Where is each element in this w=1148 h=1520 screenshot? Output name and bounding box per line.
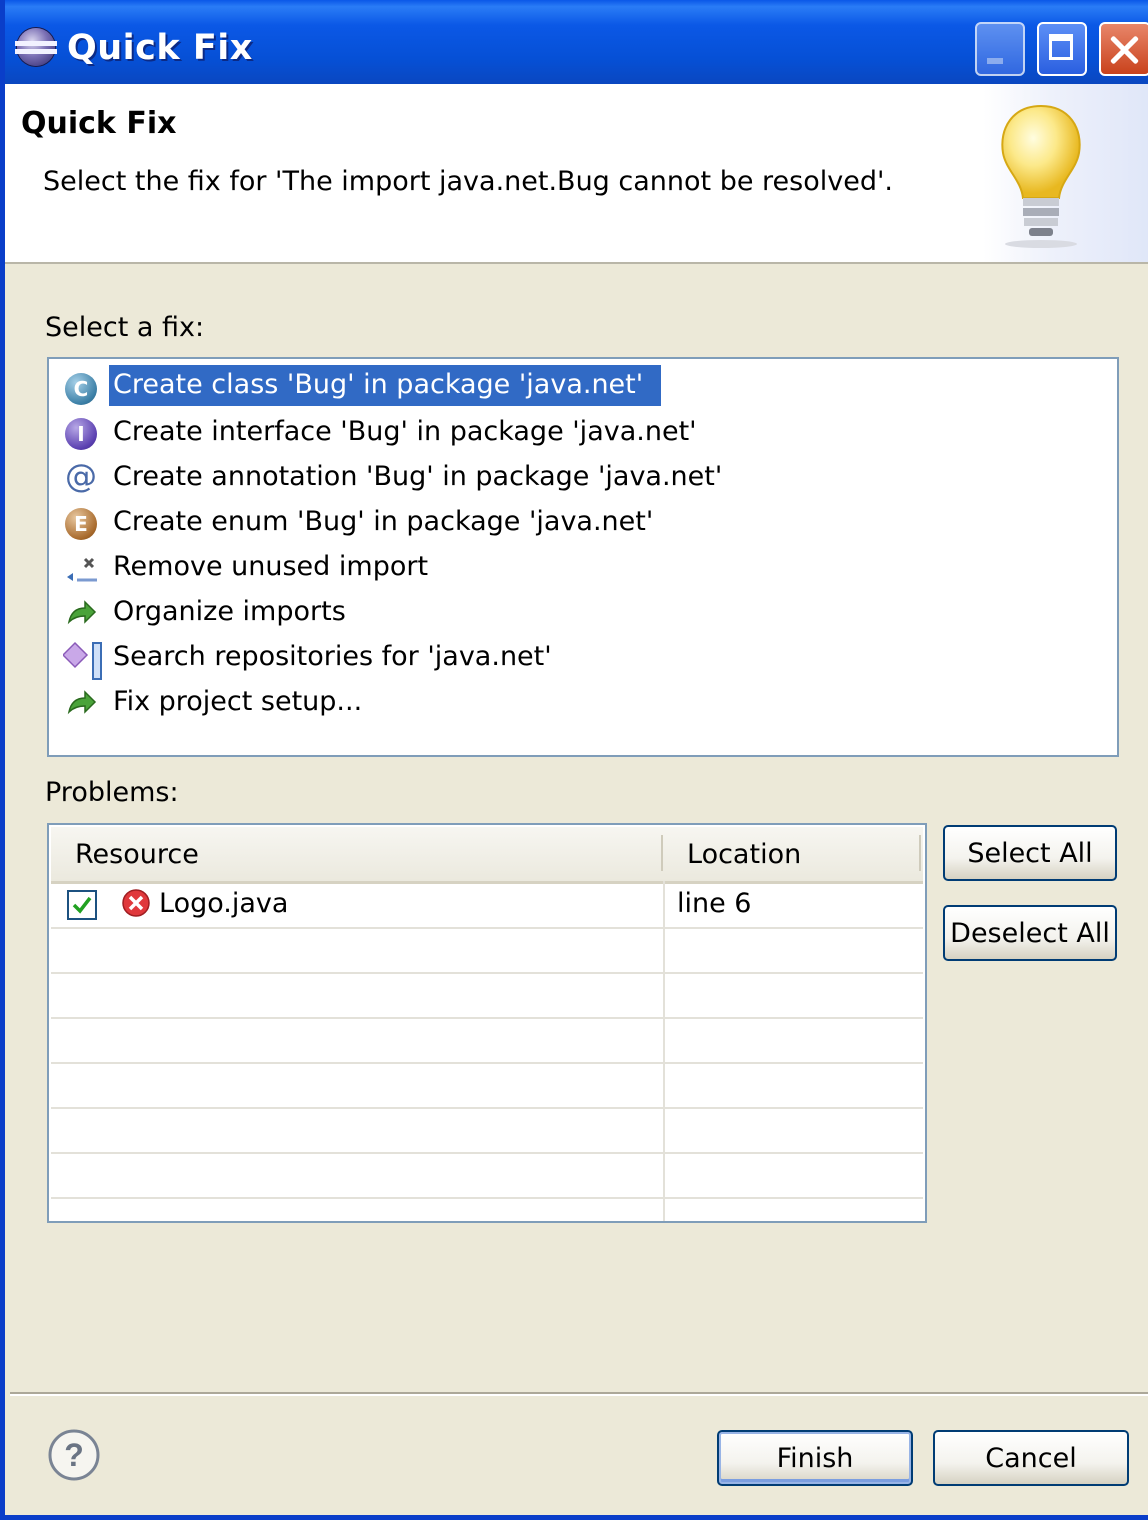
fix-item-organize-imports[interactable]: Organize imports [63, 592, 1063, 636]
table-row [51, 1154, 923, 1199]
fix-item-create-annotation[interactable]: @ Create annotation 'Bug' in package 'ja… [63, 457, 1063, 501]
fix-item-create-interface[interactable]: I Create interface 'Bug' in package 'jav… [63, 412, 1063, 456]
finish-button[interactable]: Finish [717, 1430, 913, 1486]
error-icon [122, 889, 150, 917]
fix-item-label: Remove unused import [113, 551, 429, 582]
table-row[interactable]: Logo.java line 6 [51, 884, 923, 929]
maximize-button[interactable] [1037, 22, 1087, 76]
row-checkbox[interactable] [67, 890, 97, 920]
column-divider[interactable] [661, 835, 663, 871]
location-cell: line 6 [677, 888, 752, 919]
title-bar[interactable]: Quick Fix [5, 0, 1148, 84]
select-all-button[interactable]: Select All [943, 825, 1117, 881]
project-setup-icon [63, 686, 99, 722]
window-title: Quick Fix [67, 28, 253, 68]
fix-item-create-enum[interactable]: E Create enum 'Bug' in package 'java.net… [63, 502, 1063, 546]
enum-icon: E [63, 506, 99, 542]
svg-text:?: ? [64, 1437, 84, 1473]
table-row [51, 1064, 923, 1109]
deselect-all-button[interactable]: Deselect All [943, 905, 1117, 961]
table-row [51, 1109, 923, 1154]
fix-item-fix-project-setup[interactable]: Fix project setup... [63, 682, 1063, 726]
fix-item-label: Create class 'Bug' in package 'java.net' [109, 365, 662, 406]
fix-item-create-class[interactable]: C Create class 'Bug' in package 'java.ne… [63, 365, 1063, 411]
remove-import-icon [63, 551, 99, 587]
resource-cell: Logo.java [159, 888, 289, 919]
fix-list[interactable]: C Create class 'Bug' in package 'java.ne… [47, 357, 1119, 757]
banner-title: Quick Fix [21, 106, 177, 141]
banner-message: Select the fix for 'The import java.net.… [43, 166, 893, 197]
help-icon[interactable]: ? [47, 1428, 101, 1482]
table-row [51, 929, 923, 974]
table-row [51, 974, 923, 1019]
column-divider [663, 881, 665, 1221]
annotation-icon: @ [65, 457, 97, 495]
class-icon: C [63, 371, 99, 407]
cancel-button[interactable]: Cancel [933, 1430, 1129, 1486]
column-header-resource[interactable]: Resource [75, 839, 199, 870]
fix-item-label: Fix project setup... [113, 686, 363, 717]
organize-icon [63, 596, 99, 632]
interface-icon: I [63, 416, 99, 452]
fix-item-label: Create interface 'Bug' in package 'java.… [113, 416, 697, 447]
table-header: Resource Location [51, 827, 923, 884]
select-fix-label: Select a fix: [45, 312, 205, 343]
banner-art [983, 84, 1148, 262]
fix-item-label: Search repositories for 'java.net' [113, 641, 552, 672]
quick-fix-window: Quick Fix Quick Fix Select the fix for '… [0, 0, 1148, 1520]
column-divider[interactable] [919, 835, 921, 871]
header-banner: Quick Fix Select the fix for 'The import… [5, 84, 1148, 264]
fix-item-search-repositories[interactable]: Search repositories for 'java.net' [61, 637, 1063, 681]
lightbulb-icon [1001, 104, 1081, 248]
fix-item-label: Organize imports [113, 596, 346, 627]
footer-divider [10, 1392, 1148, 1396]
problems-label: Problems: [45, 777, 179, 808]
fix-item-label: Create enum 'Bug' in package 'java.net' [113, 506, 654, 537]
checkmark-icon [72, 896, 92, 914]
fix-item-remove-import[interactable]: Remove unused import [63, 547, 1063, 591]
search-repo-icon [61, 641, 102, 680]
close-button[interactable] [1099, 22, 1148, 76]
problems-table[interactable]: Resource Location Logo.java line 6 [47, 823, 927, 1223]
eclipse-icon [15, 28, 57, 66]
fix-item-label: Create annotation 'Bug' in package 'java… [113, 461, 723, 492]
column-header-location[interactable]: Location [687, 839, 801, 870]
table-row [51, 1019, 923, 1064]
minimize-button[interactable] [975, 22, 1025, 76]
